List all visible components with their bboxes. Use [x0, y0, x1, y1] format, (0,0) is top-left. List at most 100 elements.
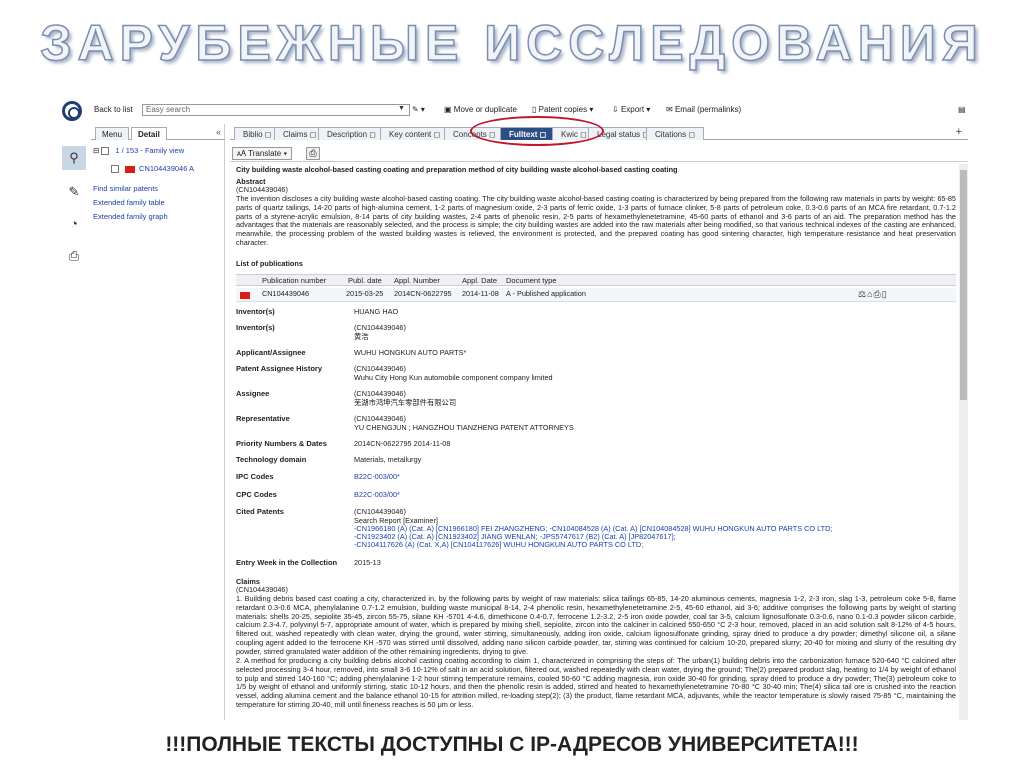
patent-copies-label: Patent copies [538, 105, 588, 114]
field-label: Patent Assignee History [236, 364, 322, 373]
field-label: Priority Numbers & Dates [236, 439, 327, 448]
tab-menu[interactable]: Menu [95, 127, 130, 140]
field-value: 2015-13 [354, 558, 381, 567]
download-icon: ⇩ [612, 105, 621, 114]
field-value: Materials, metallurgy [354, 455, 422, 464]
appl-date: 2014-11-08 [462, 289, 499, 298]
tab-citations[interactable]: Citations ◻ [646, 127, 704, 140]
col-appl-number: Appl. Number [394, 276, 440, 285]
extended-family-graph-link[interactable]: Extended family graph [93, 212, 168, 221]
field-label: Applicant/Assignee [236, 348, 306, 357]
search-user-icon[interactable]: ⚲ [62, 146, 86, 170]
field-value-2: YU CHENGJUN ; HANGZHOU TIANZHENG PATENT … [354, 423, 574, 432]
extended-family-table-link[interactable]: Extended family table [93, 198, 165, 207]
field-label: Inventor(s) [236, 323, 275, 332]
main-panel: Biblio ◻ Claims ◻ Description ◻ Key cont… [228, 116, 968, 720]
envelope-icon: ✉ [666, 105, 675, 114]
tab-detail[interactable]: Detail [131, 127, 167, 140]
easy-search-input[interactable]: Easy search [142, 104, 410, 116]
vertical-scrollbar[interactable] [959, 164, 968, 720]
col-appl-date: Appl. Date [462, 276, 498, 285]
email-button[interactable]: ✉ Email (permalinks) [666, 105, 741, 114]
pen-icon[interactable]: ✎ ▾ [412, 105, 425, 114]
move-duplicate-button[interactable]: ▣ Move or duplicate [444, 105, 517, 114]
slide: ЗАРУБЕЖНЫЕ ИССЛЕДОВАНИЯ Back to list Eas… [0, 0, 1024, 767]
tab-label: Citations [655, 130, 687, 139]
chevron-down-icon[interactable]: ▼ [398, 105, 405, 112]
patent-app-window: Back to list Easy search ▼ ✎ ▾ ▣ Move or… [58, 98, 968, 720]
publ-date: 2015-03-25 [346, 289, 384, 298]
globe-icon: 🗚 [237, 149, 249, 158]
publication-row[interactable]: CN104439046 2015-03-25 2014CN-0622795 20… [236, 288, 956, 302]
folder-icon: ▣ [444, 105, 454, 114]
field-value-2: 黄浩 [354, 332, 369, 341]
slide-footer: !!!ПОЛНЫЕ ТЕКСТЫ ДОСТУПНЫ С IP-АДРЕСОВ У… [165, 733, 859, 756]
edit-icon[interactable]: ✎ [65, 184, 83, 200]
field-value-2: Wuhu City Hong Kun automobile component … [354, 373, 553, 382]
document-type: A - Published application [506, 289, 586, 298]
email-label: Email (permalinks) [674, 105, 742, 114]
china-flag-icon [240, 291, 254, 300]
tab-description[interactable]: Description ◻ [318, 127, 385, 140]
abstract-text: The invention discloses a city building … [236, 194, 956, 247]
print-layout-icon[interactable]: ▤ [958, 105, 966, 114]
scrollbar-thumb[interactable] [960, 170, 967, 400]
document-content: City building waste alcohol-based castin… [236, 166, 958, 720]
field-label: Cited Patents [236, 507, 284, 516]
tab-label: Description [327, 130, 368, 139]
left-panel-tabs: Menu Detail « [91, 126, 225, 140]
find-similar-link[interactable]: Find similar patents [93, 184, 158, 193]
document-title-text: City building waste alcohol-based castin… [236, 166, 678, 174]
member-checkbox[interactable] [111, 165, 119, 174]
list-heading-text: List of publications [236, 259, 303, 268]
cited-line[interactable]: -CN104117626 (A) (Cat. X,A) [CN104117626… [354, 540, 643, 550]
print-icon[interactable]: ⎙ [306, 147, 320, 160]
field-label: Representative [236, 414, 290, 423]
collapse-icon[interactable]: « [216, 127, 221, 137]
family-member-link[interactable]: CN104439046 A [139, 164, 194, 173]
tab-label: Key content [389, 130, 432, 139]
field-label: Assignee [236, 389, 270, 398]
tab-label: Claims [283, 130, 308, 139]
export-label: Export [620, 105, 645, 114]
field-value-2: 芜湖市鸿坤汽车零部件有限公司 [354, 398, 457, 407]
col-publ-date: Publ. date [348, 276, 382, 285]
back-to-list-link[interactable]: Back to list [94, 105, 133, 114]
fulltext-highlight-ellipse [470, 116, 604, 146]
field-value: HUANG HAO [354, 307, 399, 316]
patent-copies-button[interactable]: ▯ Patent copies ▾ [532, 105, 593, 114]
cpc-code-link[interactable]: B22C-003/00* [354, 490, 400, 500]
left-panel: Menu Detail « ⊟ 1 / 153 - Family view CN… [91, 124, 225, 720]
translate-button[interactable]: 🗚 Translate ▾ [232, 147, 293, 160]
family-member-row[interactable]: CN104439046 A [111, 164, 194, 174]
ipc-code-link[interactable]: B22C-003/00* [354, 472, 400, 482]
move-duplicate-label: Move or duplicate [453, 105, 517, 114]
claim-2-text: 2. A method for producing a city buildin… [236, 656, 956, 709]
field-label: CPC Codes [236, 490, 277, 499]
document-actions-icon[interactable]: ⚖⌂⎙▯ [858, 290, 888, 299]
chart-icon[interactable]: ◔ [65, 216, 83, 232]
family-view-row[interactable]: ⊟ 1 / 153 - Family view [93, 146, 184, 156]
pdf-icon[interactable]: ⎙ [65, 248, 83, 264]
field-label: Inventor(s) [236, 307, 275, 316]
translate-label: Translate [248, 149, 282, 158]
claim-1-text: 1. Building debris based cast coating a … [236, 594, 956, 656]
field-value: 2014CN-0622795 2014-11-08 [354, 439, 451, 448]
slide-title: ЗАРУБЕЖНЫЕ ИССЛЕДОВАНИЯ [39, 14, 984, 72]
tab-key-content[interactable]: Key content ◻ [380, 127, 450, 140]
document-icon: ▯ [532, 105, 539, 114]
expand-icon[interactable]: ⊟ [93, 146, 101, 155]
list-heading: List of publications [236, 259, 958, 269]
document-toolbar: 🗚 Translate ▾ ⎙ [230, 146, 968, 162]
publication-number: CN104439046 [262, 289, 310, 298]
family-view-label[interactable]: 1 / 153 - Family view [115, 146, 184, 155]
field-label: Technology domain [236, 455, 307, 464]
add-tab-icon[interactable]: + [956, 126, 962, 138]
appl-number: 2014CN-0622795 [394, 289, 452, 298]
col-document-type: Document type [506, 276, 557, 285]
family-checkbox[interactable] [101, 147, 110, 156]
export-button[interactable]: ⇩ Export ▾ [612, 105, 650, 114]
tab-label: Biblio [243, 130, 263, 139]
globe-logo-icon[interactable] [62, 101, 82, 121]
field-value: WUHU HONGKUN AUTO PARTS* [354, 348, 467, 357]
